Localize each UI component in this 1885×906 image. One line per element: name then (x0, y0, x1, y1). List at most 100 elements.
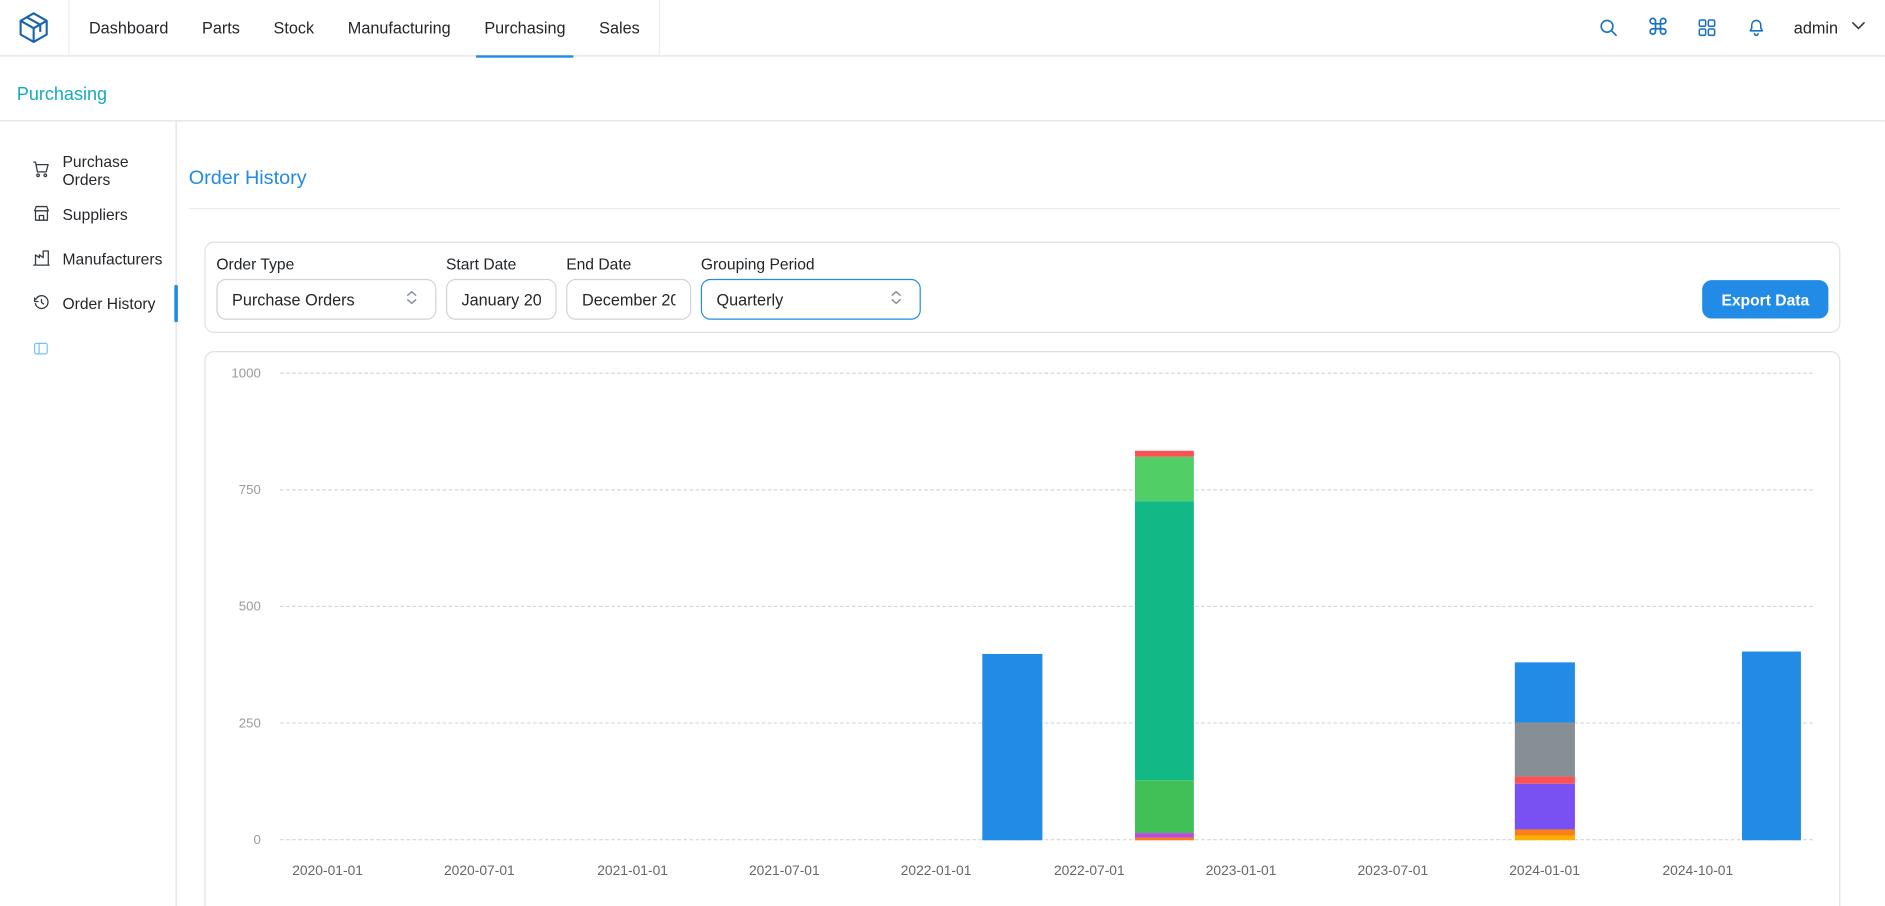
chart-plot (280, 374, 1813, 840)
y-tick-label: 500 (239, 600, 261, 614)
tab-label: Purchasing (484, 19, 565, 37)
bar-segment[interactable] (1515, 723, 1575, 776)
command-icon[interactable]: ⌘ (1646, 16, 1670, 40)
order-history-chart-panel: 02505007501000 2020-01-012020-07-012021-… (204, 351, 1840, 906)
tab-parts[interactable]: Parts (185, 0, 257, 56)
x-tick-label: 2024-10-01 (1662, 864, 1733, 878)
tab-label: Stock (274, 19, 315, 37)
sidebar-item-manufacturers[interactable]: Manufacturers (0, 237, 176, 281)
app-logo-icon[interactable] (17, 11, 51, 45)
bar-segment[interactable] (1515, 784, 1575, 829)
tab-label: Parts (202, 19, 240, 37)
y-tick-label: 250 (239, 716, 261, 730)
sidebar-item-suppliers[interactable]: Suppliers (0, 192, 176, 236)
tab-manufacturing[interactable]: Manufacturing (331, 0, 468, 56)
barcode-scan-icon[interactable] (1695, 16, 1719, 40)
search-icon[interactable] (1597, 16, 1621, 40)
x-tick-label: 2022-01-01 (901, 864, 972, 878)
stacked-bar-2022-Q4[interactable] (1135, 374, 1195, 840)
gridline (280, 373, 1813, 374)
x-tick-label: 2022-07-01 (1054, 864, 1125, 878)
order-type-value: Purchase Orders (232, 290, 355, 308)
bar-segment[interactable] (1741, 651, 1801, 840)
gridline (280, 839, 1813, 840)
title-divider (189, 208, 1841, 209)
tab-label: Dashboard (89, 19, 168, 37)
bar-segment[interactable] (1135, 781, 1195, 833)
sidebar-item-order-history[interactable]: Order History (0, 281, 176, 325)
stacked-bar-2024-Q1[interactable] (1515, 374, 1575, 840)
bar-segment[interactable] (1135, 837, 1195, 840)
order-type-select[interactable]: Purchase Orders (216, 279, 436, 320)
x-tick-label: 2023-01-01 (1206, 864, 1277, 878)
page-title: Order History (189, 167, 1841, 190)
selector-chevrons-icon (887, 289, 905, 311)
x-tick-label: 2021-01-01 (597, 864, 668, 878)
factory-icon (31, 247, 51, 271)
x-tick-label: 2023-07-01 (1357, 864, 1428, 878)
purchasing-sidebar: Purchase Orders Suppliers Manufacturers (0, 121, 177, 906)
start-date-label: Start Date (446, 255, 557, 273)
gridline (280, 722, 1813, 723)
bar-segment[interactable] (1515, 836, 1575, 841)
grouping-period-select[interactable]: Quarterly (701, 279, 921, 320)
sidebar-item-purchase-orders[interactable]: Purchase Orders (0, 148, 176, 192)
bar-segment[interactable] (1515, 662, 1575, 723)
breadcrumb-purchasing-link[interactable]: Purchasing (17, 84, 107, 104)
y-tick-label: 0 (253, 833, 260, 847)
grouping-period-group: Grouping Period Quarterly (701, 255, 921, 320)
panel-left-icon (32, 340, 49, 357)
bar-segment[interactable] (1135, 501, 1195, 781)
filter-panel: Order Type Purchase Orders Start Date En… (204, 242, 1840, 333)
sidebar-item-label: Purchase Orders (63, 152, 176, 188)
chart-y-axis: 02505007501000 (206, 374, 281, 840)
chevron-down-icon (1849, 15, 1868, 40)
end-date-label: End Date (566, 255, 691, 273)
y-tick-label: 1000 (231, 367, 260, 381)
tab-stock[interactable]: Stock (257, 0, 331, 56)
tab-purchasing[interactable]: Purchasing (467, 0, 582, 56)
sidebar-item-label: Manufacturers (63, 250, 163, 268)
sidebar-collapse-button[interactable] (0, 340, 176, 363)
page-body: Purchase Orders Suppliers Manufacturers (0, 121, 1885, 906)
tab-label: Sales (599, 19, 640, 37)
sidebar-item-label: Suppliers (63, 206, 128, 224)
bar-segment[interactable] (1135, 456, 1195, 500)
x-tick-label: 2024-01-01 (1509, 864, 1580, 878)
grouping-period-value: Quarterly (716, 290, 783, 308)
stacked-bar-2024-Q4[interactable] (1741, 374, 1801, 840)
gridline (280, 606, 1813, 607)
breadcrumb: Purchasing (0, 56, 1885, 121)
history-icon (31, 292, 51, 316)
selector-chevrons-icon (403, 289, 421, 311)
grouping-period-label: Grouping Period (701, 255, 921, 273)
end-date-input[interactable] (566, 279, 691, 320)
order-type-group: Order Type Purchase Orders (216, 255, 436, 320)
start-date-input[interactable] (446, 279, 557, 320)
y-tick-label: 750 (239, 483, 261, 497)
main-content: Order History Order Type Purchase Orders… (177, 121, 1885, 906)
bell-icon[interactable] (1745, 16, 1769, 40)
tab-label: Manufacturing (348, 19, 451, 37)
chart-x-axis: 2020-01-012020-07-012021-01-012021-07-01… (280, 864, 1813, 883)
gridline (280, 489, 1813, 490)
user-menu[interactable]: admin (1794, 15, 1868, 40)
main-nav-tabs: Dashboard Parts Stock Manufacturing Purc… (69, 0, 661, 56)
shopping-cart-icon (31, 158, 51, 182)
top-navbar: Dashboard Parts Stock Manufacturing Purc… (0, 0, 1885, 56)
bar-segment[interactable] (983, 654, 1043, 841)
bar-segment[interactable] (1515, 776, 1575, 784)
start-date-group: Start Date (446, 255, 557, 320)
app-window: Dashboard Parts Stock Manufacturing Purc… (0, 0, 1885, 906)
x-tick-label: 2021-07-01 (749, 864, 820, 878)
stacked-bar-2022-Q2[interactable] (983, 374, 1043, 840)
tab-dashboard[interactable]: Dashboard (72, 0, 185, 56)
username-label: admin (1794, 19, 1838, 37)
tab-sales[interactable]: Sales (582, 0, 656, 56)
building-store-icon (31, 203, 51, 227)
order-type-label: Order Type (216, 255, 436, 273)
end-date-group: End Date (566, 255, 691, 320)
export-data-button[interactable]: Export Data (1702, 280, 1828, 318)
sidebar-item-label: Order History (63, 295, 156, 313)
navbar-actions: ⌘ admin (1597, 15, 1868, 40)
